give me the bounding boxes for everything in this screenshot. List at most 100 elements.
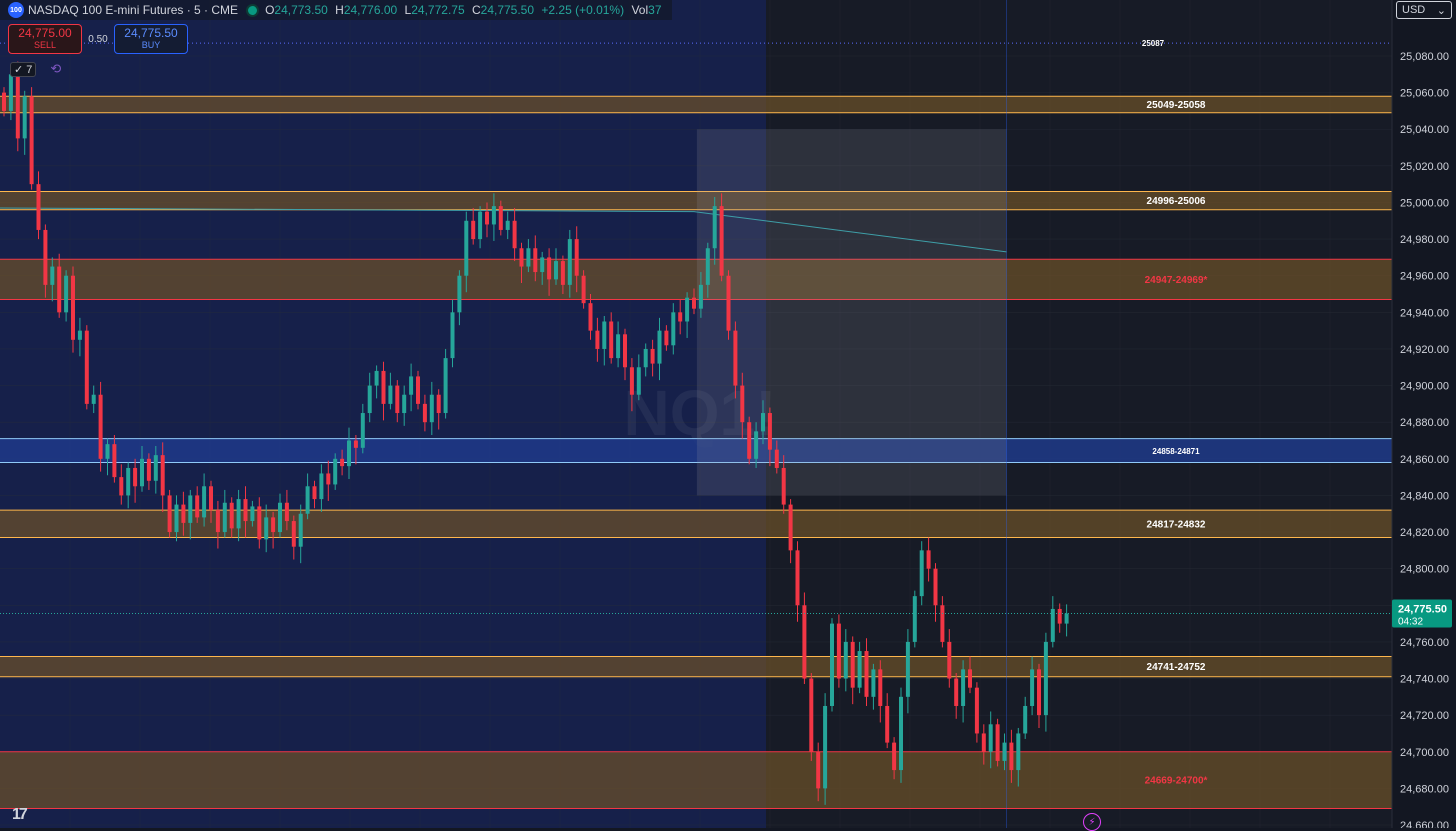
candle-body <box>643 348 648 368</box>
candle-body <box>1057 608 1062 624</box>
candle-body <box>712 206 717 249</box>
candle-body <box>830 623 834 706</box>
sell-button[interactable]: 24,775.00 SELL <box>8 24 82 54</box>
candle-body <box>340 458 345 467</box>
price-chart[interactable]: NQ1! 25049-2505824996-2500624947-24969*2… <box>0 0 1456 828</box>
currency-selector[interactable]: USD ⌄ <box>1396 1 1452 19</box>
price-tick-label: 24,920.00 <box>1400 344 1449 356</box>
candle-body <box>436 394 441 414</box>
candle-body <box>2 92 6 111</box>
candle-body <box>181 504 186 523</box>
symbol-logo-icon[interactable]: 100 <box>8 2 24 18</box>
candle-body <box>202 486 207 518</box>
candle-body <box>271 517 276 533</box>
candle-body <box>781 467 786 505</box>
candle-body <box>961 669 966 706</box>
currency-label: USD <box>1402 4 1426 16</box>
candle <box>919 541 924 606</box>
candle-body <box>77 330 82 340</box>
candle-body <box>43 229 48 285</box>
candle-body <box>816 751 821 789</box>
candle <box>995 718 1000 767</box>
candle-body <box>609 321 614 359</box>
candle-body <box>478 211 483 240</box>
candle-body <box>71 275 75 340</box>
candle-body <box>719 206 724 276</box>
candle-body <box>146 458 151 481</box>
candle-body <box>850 641 855 688</box>
candle-body <box>754 431 759 459</box>
candle-body <box>560 261 565 285</box>
price-tick-label: 24,760.00 <box>1400 637 1449 649</box>
candle-body <box>464 220 469 276</box>
candle-body <box>947 641 952 679</box>
buy-price: 24,775.50 <box>124 26 178 40</box>
price-tick-label: 25,060.00 <box>1400 88 1449 100</box>
candle-body <box>422 403 427 423</box>
candle <box>836 614 841 688</box>
candle-body <box>602 321 607 349</box>
candle-body <box>968 669 972 688</box>
change-value: +2.25 (+0.01%) <box>541 3 625 17</box>
tradingview-logo-icon[interactable]: 17 <box>12 806 28 824</box>
candle-body <box>160 455 165 496</box>
candle-body <box>988 724 993 752</box>
indicators-bar: ✓ 7 ⟲ <box>10 61 61 77</box>
buy-button[interactable]: 24,775.50 BUY <box>114 24 188 54</box>
zone-label: 24817-24832 <box>1147 519 1206 530</box>
candle-body <box>195 495 200 518</box>
sync-icon[interactable]: ⟲ <box>50 61 61 77</box>
candle-body <box>899 696 903 771</box>
zone-label: 24741-24752 <box>1147 662 1206 673</box>
candle <box>823 693 828 805</box>
candle-body <box>215 510 220 533</box>
candle-body <box>809 678 814 752</box>
price-tick-label: 24,720.00 <box>1400 710 1449 722</box>
candle-body <box>57 266 62 313</box>
candle <box>830 618 834 712</box>
candle <box>912 590 917 648</box>
candle-body <box>878 669 883 706</box>
candle-body <box>243 499 248 522</box>
candle-body <box>905 641 910 697</box>
price-tick-label: 24,680.00 <box>1400 783 1449 795</box>
price-tick-label: 25,080.00 <box>1400 51 1449 63</box>
candle-body <box>788 504 793 551</box>
candle-body <box>457 275 462 313</box>
candle-body <box>250 506 255 522</box>
close-value: 24,775.50 <box>480 3 535 17</box>
candle <box>747 416 752 465</box>
candle-body <box>367 385 372 414</box>
candle-body <box>1023 705 1028 734</box>
price-tick-label: 24,900.00 <box>1400 381 1449 393</box>
lightning-icon[interactable]: ⚡ <box>1083 813 1101 831</box>
candle <box>581 270 586 309</box>
candle-body <box>126 467 131 496</box>
bar-countdown: 04:32 <box>1398 617 1423 628</box>
candle-body <box>1002 742 1007 761</box>
candle <box>167 489 172 538</box>
price-tick-label: 25,020.00 <box>1400 161 1449 173</box>
price-tick-label: 24,940.00 <box>1400 307 1449 319</box>
candle-body <box>567 239 572 285</box>
indicators-toggle[interactable]: ✓ 7 <box>10 61 37 77</box>
candle-body <box>429 394 434 423</box>
candle-body <box>595 330 600 349</box>
candle-body <box>319 473 324 500</box>
candle-body <box>112 444 117 478</box>
symbol-title[interactable]: NASDAQ 100 E-mini Futures · 5 · CME <box>28 3 238 17</box>
candle-body <box>802 605 807 679</box>
candle-body <box>623 334 627 368</box>
high-label: H <box>335 3 344 17</box>
candle-body <box>402 394 407 414</box>
candle-body <box>222 502 227 533</box>
price-tick-label: 24,660.00 <box>1400 820 1449 828</box>
candle-body <box>740 385 745 423</box>
candle-body <box>885 705 890 743</box>
sell-price: 24,775.00 <box>18 26 72 40</box>
candle-body <box>105 444 110 459</box>
candle-body <box>705 248 710 285</box>
candle-body <box>933 568 938 606</box>
candle-body <box>498 206 503 230</box>
candle-body <box>843 641 848 679</box>
